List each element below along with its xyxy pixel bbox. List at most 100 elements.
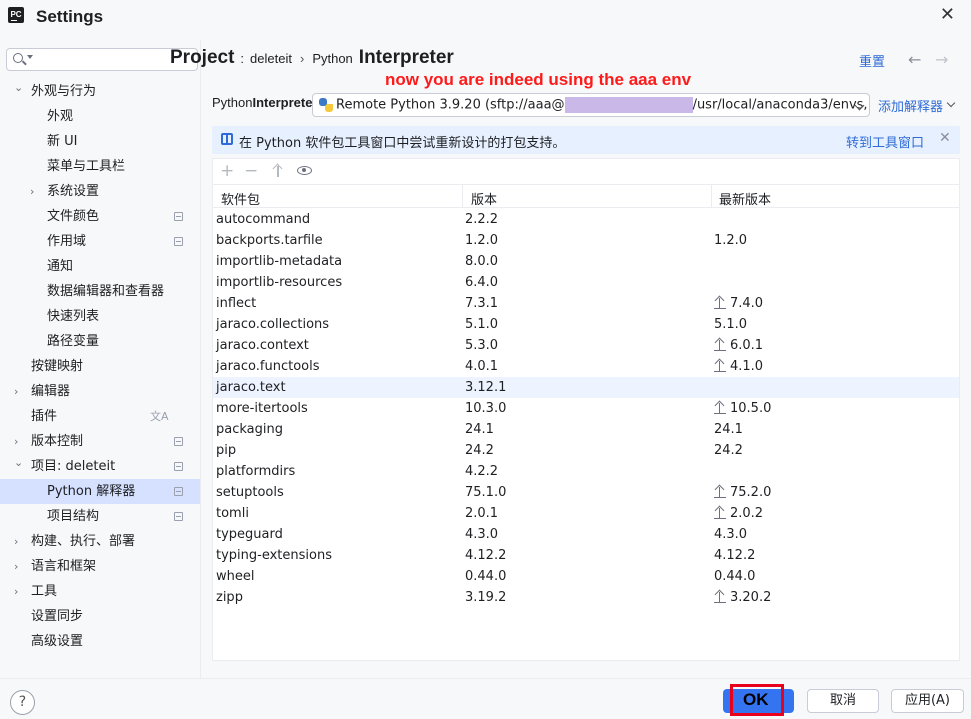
version-cell: 0.44.0 bbox=[465, 569, 507, 584]
sidebar-item[interactable]: 数据编辑器和查看器 bbox=[0, 279, 200, 304]
table-row[interactable]: pip 24.2 24.2 bbox=[213, 440, 959, 461]
table-row[interactable]: more-itertools 10.3.0 10.5.0 bbox=[213, 398, 959, 419]
banner-close-icon[interactable]: ✕ bbox=[939, 130, 951, 146]
sidebar-item[interactable]: › 构建、执行、部署 bbox=[0, 529, 200, 554]
latest-version-value: 0.44.0 bbox=[714, 569, 756, 584]
upgrade-arrow-icon[interactable] bbox=[714, 589, 726, 604]
sidebar-item[interactable]: › 语言和框架 bbox=[0, 554, 200, 579]
version-cell: 5.1.0 bbox=[465, 317, 499, 332]
column-separator[interactable] bbox=[711, 185, 712, 207]
column-header-package[interactable]: 软件包 bbox=[221, 189, 260, 208]
upgrade-arrow-icon[interactable] bbox=[714, 400, 726, 415]
sidebar-item-label: Python 解释器 bbox=[47, 484, 136, 499]
table-row[interactable]: importlib-resources 6.4.0 bbox=[213, 272, 959, 293]
version-cell: 75.1.0 bbox=[465, 485, 507, 500]
table-row[interactable]: wheel 0.44.0 0.44.0 bbox=[213, 566, 959, 587]
sidebar-item[interactable]: › 工具 bbox=[0, 579, 200, 604]
project-scope-icon bbox=[174, 212, 183, 221]
chevron-right-icon[interactable]: › bbox=[14, 554, 18, 579]
breadcrumb-project-name: deleteit bbox=[250, 51, 292, 66]
sidebar-item[interactable]: 菜单与工具栏 bbox=[0, 154, 200, 179]
sidebar-item[interactable]: 插件 文A bbox=[0, 404, 200, 429]
sidebar-item[interactable]: 文件颜色 bbox=[0, 204, 200, 229]
upgrade-arrow-icon[interactable] bbox=[714, 358, 726, 373]
sidebar-item[interactable]: 通知 bbox=[0, 254, 200, 279]
table-row[interactable]: typing-extensions 4.12.2 4.12.2 bbox=[213, 545, 959, 566]
back-arrow-icon[interactable]: ← bbox=[908, 50, 921, 69]
sidebar-item[interactable]: ⌄ 外观与行为 bbox=[0, 79, 200, 104]
chevron-right-icon[interactable]: › bbox=[14, 579, 18, 604]
table-row[interactable]: backports.tarfile 1.2.0 1.2.0 bbox=[213, 230, 959, 251]
add-interpreter-button[interactable]: 添加解释器 bbox=[878, 96, 943, 115]
sidebar-item-label: 文件颜色 bbox=[47, 209, 100, 224]
latest-version-cell: 3.20.2 bbox=[714, 587, 771, 608]
sidebar-item[interactable]: ⌄ 项目: deleteit bbox=[0, 454, 200, 479]
search-options-chevron-icon[interactable] bbox=[27, 55, 33, 59]
upgrade-arrow-icon[interactable] bbox=[714, 337, 726, 352]
package-name-cell: jaraco.collections bbox=[216, 317, 330, 332]
package-name-cell: inflect bbox=[216, 296, 257, 311]
sidebar-item[interactable]: › 系统设置 bbox=[0, 179, 200, 204]
sidebar-item[interactable]: Python 解释器 bbox=[0, 479, 200, 504]
add-interpreter-chevron-icon[interactable] bbox=[946, 98, 956, 108]
window-title: Settings bbox=[36, 7, 104, 26]
table-row[interactable]: zipp 3.19.2 3.20.2 bbox=[213, 587, 959, 608]
table-row[interactable]: jaraco.collections 5.1.0 5.1.0 bbox=[213, 314, 959, 335]
sidebar-item[interactable]: 项目结构 bbox=[0, 504, 200, 529]
help-button[interactable]: ? bbox=[10, 690, 35, 715]
latest-version-value: 6.0.1 bbox=[730, 338, 764, 353]
chevron-down-icon[interactable]: ⌄ bbox=[14, 450, 23, 475]
table-row[interactable]: typeguard 4.3.0 4.3.0 bbox=[213, 524, 959, 545]
table-row[interactable]: jaraco.context 5.3.0 6.0.1 bbox=[213, 335, 959, 356]
chevron-right-icon[interactable]: › bbox=[14, 379, 18, 404]
chevron-right-icon[interactable]: › bbox=[30, 179, 34, 204]
table-row[interactable]: inflect 7.3.1 7.4.0 bbox=[213, 293, 959, 314]
remove-package-icon[interactable]: − bbox=[244, 161, 258, 181]
latest-version-value: 4.12.2 bbox=[714, 548, 756, 563]
sidebar-item[interactable]: 按键映射 bbox=[0, 354, 200, 379]
table-row[interactable]: packaging 24.1 24.1 bbox=[213, 419, 959, 440]
chevron-down-icon[interactable]: ⌄ bbox=[14, 75, 23, 100]
forward-arrow-icon[interactable]: → bbox=[935, 50, 948, 69]
sidebar-item[interactable]: 作用域 bbox=[0, 229, 200, 254]
table-row[interactable]: tomli 2.0.1 2.0.2 bbox=[213, 503, 959, 524]
chevron-right-icon[interactable]: › bbox=[14, 529, 18, 554]
version-cell: 8.0.0 bbox=[465, 254, 499, 269]
column-header-latest-version[interactable]: 最新版本 bbox=[719, 189, 771, 208]
sidebar-item[interactable]: › 版本控制 bbox=[0, 429, 200, 454]
column-header-version[interactable]: 版本 bbox=[471, 189, 497, 208]
table-row[interactable]: autocommand 2.2.2 bbox=[213, 209, 959, 230]
reset-link[interactable]: 重置 bbox=[859, 51, 885, 70]
table-row[interactable]: jaraco.text 3.12.1 bbox=[213, 377, 959, 398]
sidebar-item[interactable]: 高级设置 bbox=[0, 629, 200, 654]
banner-text: 在 Python 软件包工具窗口中尝试重新设计的打包支持。 bbox=[239, 136, 566, 151]
column-separator[interactable] bbox=[462, 185, 463, 207]
apply-button[interactable]: 应用(A) bbox=[891, 689, 964, 713]
sidebar-item[interactable]: 外观 bbox=[0, 104, 200, 129]
sidebar-item-label: 系统设置 bbox=[47, 184, 100, 199]
add-package-icon[interactable]: + bbox=[220, 161, 234, 181]
table-row[interactable]: platformdirs 4.2.2 bbox=[213, 461, 959, 482]
sidebar-item[interactable]: 快速列表 bbox=[0, 304, 200, 329]
upgrade-arrow-icon[interactable] bbox=[714, 505, 726, 520]
version-cell: 24.1 bbox=[465, 422, 494, 437]
sidebar-item[interactable]: 路径变量 bbox=[0, 329, 200, 354]
go-to-tool-window-link[interactable]: 转到工具窗口 bbox=[846, 132, 924, 151]
sidebar-item-label: 路径变量 bbox=[47, 334, 100, 349]
sidebar-item[interactable]: › 编辑器 bbox=[0, 379, 200, 404]
cancel-button[interactable]: 取消 bbox=[807, 689, 879, 713]
window-close-button[interactable]: ✕ bbox=[940, 4, 955, 25]
search-icon bbox=[13, 53, 23, 63]
upgrade-arrow-icon[interactable] bbox=[714, 484, 726, 499]
table-row[interactable]: jaraco.functools 4.0.1 4.1.0 bbox=[213, 356, 959, 377]
upgrade-package-icon[interactable] bbox=[273, 164, 283, 177]
package-name-cell: typeguard bbox=[216, 527, 283, 542]
table-row[interactable]: importlib-metadata 8.0.0 bbox=[213, 251, 959, 272]
ok-button-label[interactable]: OK bbox=[743, 690, 769, 710]
sidebar-item[interactable]: 新 UI bbox=[0, 129, 200, 154]
upgrade-arrow-icon[interactable] bbox=[714, 295, 726, 310]
sidebar-item[interactable]: 设置同步 bbox=[0, 604, 200, 629]
interpreter-select[interactable]: Remote Python 3.9.20 (sftp://aaa@ /usr/lo… bbox=[312, 93, 870, 117]
table-row[interactable]: setuptools 75.1.0 75.2.0 bbox=[213, 482, 959, 503]
show-early-releases-eye-icon[interactable] bbox=[297, 166, 312, 175]
